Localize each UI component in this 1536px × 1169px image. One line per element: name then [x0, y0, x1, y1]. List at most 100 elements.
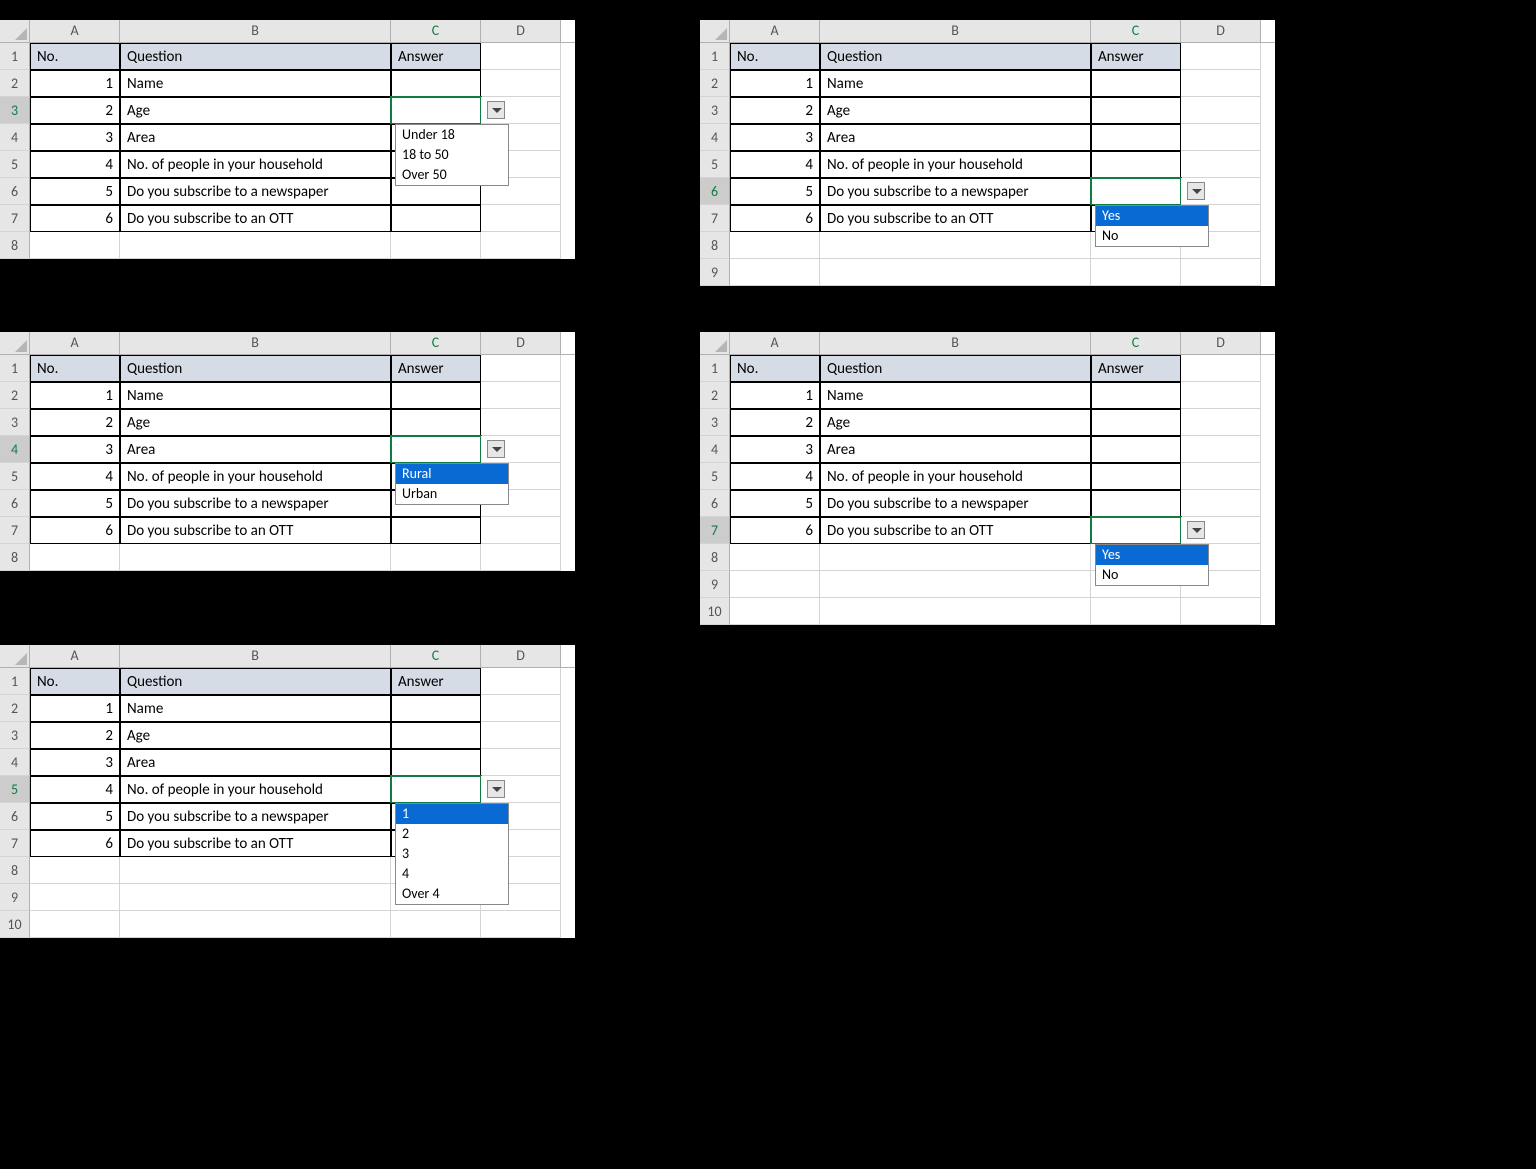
dropdown-item[interactable]: No	[1096, 226, 1208, 246]
cell-C1[interactable]: Answer	[391, 355, 481, 382]
cell-A3[interactable]: 2	[730, 97, 820, 124]
column-header-B[interactable]: B	[820, 20, 1091, 42]
column-header-B[interactable]: B	[120, 20, 391, 42]
row-header-8[interactable]: 8	[0, 857, 30, 884]
cell-C5[interactable]	[1091, 463, 1181, 490]
dropdown-list[interactable]: YesNo	[1095, 544, 1209, 586]
dropdown-item[interactable]: Over 50	[396, 165, 508, 185]
cell-D2[interactable]	[481, 70, 561, 97]
cell-A4[interactable]: 3	[30, 749, 120, 776]
cell-D10[interactable]	[1181, 598, 1261, 625]
cell-A8[interactable]	[730, 544, 820, 571]
row-header-1[interactable]: 1	[0, 668, 30, 695]
row-header-5[interactable]: 5	[700, 151, 730, 178]
cell-A1[interactable]: No.	[730, 355, 820, 382]
row-header-4[interactable]: 4	[0, 436, 30, 463]
cell-A6[interactable]: 5	[30, 490, 120, 517]
cell-A10[interactable]	[730, 598, 820, 625]
select-all-corner[interactable]	[0, 332, 30, 354]
column-header-A[interactable]: A	[30, 20, 120, 42]
cell-A6[interactable]: 5	[730, 490, 820, 517]
cell-A5[interactable]: 4	[730, 151, 820, 178]
cell-A1[interactable]: No.	[30, 355, 120, 382]
cell-C2[interactable]	[391, 70, 481, 97]
row-header-7[interactable]: 7	[0, 517, 30, 544]
row-header-10[interactable]: 10	[0, 911, 30, 938]
row-header-3[interactable]: 3	[700, 97, 730, 124]
cell-A7[interactable]: 6	[30, 205, 120, 232]
row-header-3[interactable]: 3	[700, 409, 730, 436]
cell-D3[interactable]	[481, 722, 561, 749]
cell-A6[interactable]: 5	[730, 178, 820, 205]
cell-D2[interactable]	[1181, 382, 1261, 409]
cell-B1[interactable]: Question	[120, 668, 391, 695]
cell-C1[interactable]: Answer	[1091, 43, 1181, 70]
cell-A9[interactable]	[730, 571, 820, 598]
cell-C3[interactable]	[1091, 409, 1181, 436]
cell-B5[interactable]: No. of people in your household	[820, 463, 1091, 490]
cell-C7[interactable]	[391, 517, 481, 544]
cell-B3[interactable]: Age	[820, 97, 1091, 124]
dropdown-button[interactable]	[487, 780, 505, 798]
cell-D4[interactable]	[1181, 124, 1261, 151]
cell-C2[interactable]	[391, 695, 481, 722]
cell-D10[interactable]	[481, 911, 561, 938]
cell-B9[interactable]	[120, 884, 391, 911]
row-header-1[interactable]: 1	[700, 355, 730, 382]
row-header-6[interactable]: 6	[700, 490, 730, 517]
cell-A1[interactable]: No.	[30, 43, 120, 70]
cell-B4[interactable]: Area	[120, 749, 391, 776]
row-header-2[interactable]: 2	[0, 695, 30, 722]
cell-C7[interactable]	[391, 205, 481, 232]
cell-A8[interactable]	[30, 232, 120, 259]
column-header-C[interactable]: C	[391, 20, 481, 42]
dropdown-item[interactable]: Over 4	[396, 884, 508, 904]
cell-A8[interactable]	[730, 232, 820, 259]
cell-D2[interactable]	[481, 382, 561, 409]
row-header-3[interactable]: 3	[0, 409, 30, 436]
row-header-6[interactable]: 6	[700, 178, 730, 205]
cell-B8[interactable]	[120, 857, 391, 884]
row-header-5[interactable]: 5	[700, 463, 730, 490]
dropdown-button[interactable]	[487, 101, 505, 119]
dropdown-item[interactable]: Yes	[1096, 206, 1208, 226]
cell-B2[interactable]: Name	[120, 382, 391, 409]
cell-A7[interactable]: 6	[730, 205, 820, 232]
select-all-corner[interactable]	[0, 645, 30, 667]
cell-B10[interactable]	[120, 911, 391, 938]
cell-D4[interactable]	[481, 749, 561, 776]
row-header-8[interactable]: 8	[700, 544, 730, 571]
cell-B5[interactable]: No. of people in your household	[120, 151, 391, 178]
row-header-1[interactable]: 1	[0, 355, 30, 382]
cell-B2[interactable]: Name	[120, 70, 391, 97]
row-header-7[interactable]: 7	[700, 205, 730, 232]
cell-C2[interactable]	[391, 382, 481, 409]
column-header-C[interactable]: C	[1091, 20, 1181, 42]
row-header-2[interactable]: 2	[0, 382, 30, 409]
row-header-7[interactable]: 7	[700, 517, 730, 544]
cell-C5[interactable]	[1091, 151, 1181, 178]
cell-B7[interactable]: Do you subscribe to an OTT	[120, 517, 391, 544]
row-header-8[interactable]: 8	[0, 232, 30, 259]
row-header-6[interactable]: 6	[0, 178, 30, 205]
cell-D9[interactable]	[1181, 259, 1261, 286]
cell-C7[interactable]	[1091, 517, 1181, 544]
cell-B1[interactable]: Question	[120, 355, 391, 382]
cell-D4[interactable]	[1181, 436, 1261, 463]
row-header-3[interactable]: 3	[0, 722, 30, 749]
cell-D3[interactable]	[1181, 97, 1261, 124]
cell-A5[interactable]: 4	[30, 776, 120, 803]
cell-D1[interactable]	[1181, 355, 1261, 382]
cell-A2[interactable]: 1	[30, 70, 120, 97]
column-header-B[interactable]: B	[820, 332, 1091, 354]
cell-B6[interactable]: Do you subscribe to a newspaper	[820, 490, 1091, 517]
cell-A1[interactable]: No.	[30, 668, 120, 695]
cell-B4[interactable]: Area	[120, 436, 391, 463]
row-header-9[interactable]: 9	[0, 884, 30, 911]
column-header-A[interactable]: A	[730, 20, 820, 42]
row-header-2[interactable]: 2	[0, 70, 30, 97]
row-header-7[interactable]: 7	[0, 830, 30, 857]
cell-B9[interactable]	[820, 571, 1091, 598]
cell-B10[interactable]	[820, 598, 1091, 625]
dropdown-list[interactable]: 1234Over 4	[395, 803, 509, 905]
